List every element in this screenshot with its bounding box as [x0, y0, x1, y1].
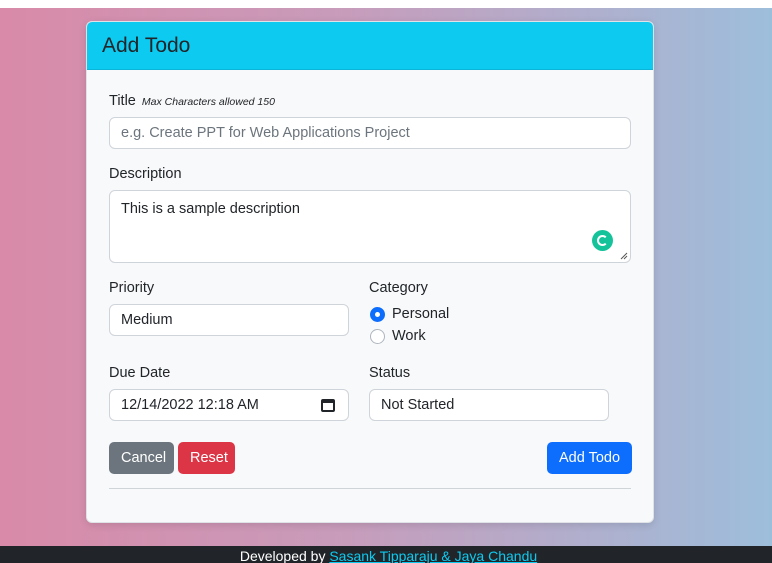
category-option-label: Work	[392, 328, 426, 344]
reset-button[interactable]: Reset	[178, 442, 235, 474]
category-label: Category	[369, 280, 428, 296]
category-option-work[interactable]: Work	[370, 328, 426, 344]
footer-authors-link[interactable]: Sasank Tipparaju & Jaya Chandu	[329, 548, 537, 563]
category-option-personal[interactable]: Personal	[370, 306, 449, 322]
page-title: Add Todo	[102, 33, 191, 57]
card-header: Add Todo	[87, 22, 653, 70]
grammarly-icon[interactable]	[592, 230, 613, 251]
cancel-button[interactable]: Cancel	[109, 442, 174, 474]
category-option-label: Personal	[392, 306, 450, 322]
due-date-input[interactable]: 12/14/2022 12:18 AM	[109, 389, 349, 421]
radio-personal[interactable]	[370, 306, 385, 322]
priority-label: Priority	[109, 280, 155, 296]
due-date-value: 12/14/2022 12:18 AM	[121, 397, 259, 413]
add-todo-form: Title Max Characters allowed 150 Descrip…	[87, 70, 653, 522]
title-label: Title Max Characters allowed 150	[109, 93, 275, 109]
title-input[interactable]	[109, 117, 631, 149]
due-date-label: Due Date	[109, 365, 171, 381]
priority-input[interactable]	[109, 304, 349, 336]
radio-work[interactable]	[370, 328, 385, 344]
status-input[interactable]	[369, 389, 609, 421]
resize-grip-icon[interactable]	[620, 252, 628, 260]
calendar-icon[interactable]	[321, 399, 335, 412]
title-label-text: Title	[109, 93, 136, 109]
page-footer: Developed by Sasank Tipparaju & Jaya Cha…	[0, 546, 772, 563]
add-todo-button[interactable]: Add Todo	[547, 442, 632, 474]
description-textarea[interactable]: This is a sample description	[109, 190, 631, 263]
title-hint: Max Characters allowed 150	[141, 96, 275, 108]
status-label: Status	[369, 365, 411, 381]
footer-prefix: Developed by	[239, 548, 330, 563]
add-todo-card: Add Todo Title Max Characters allowed 15…	[86, 21, 654, 523]
description-label: Description	[109, 166, 182, 182]
browser-top-strip	[0, 0, 772, 8]
form-divider	[109, 488, 631, 489]
